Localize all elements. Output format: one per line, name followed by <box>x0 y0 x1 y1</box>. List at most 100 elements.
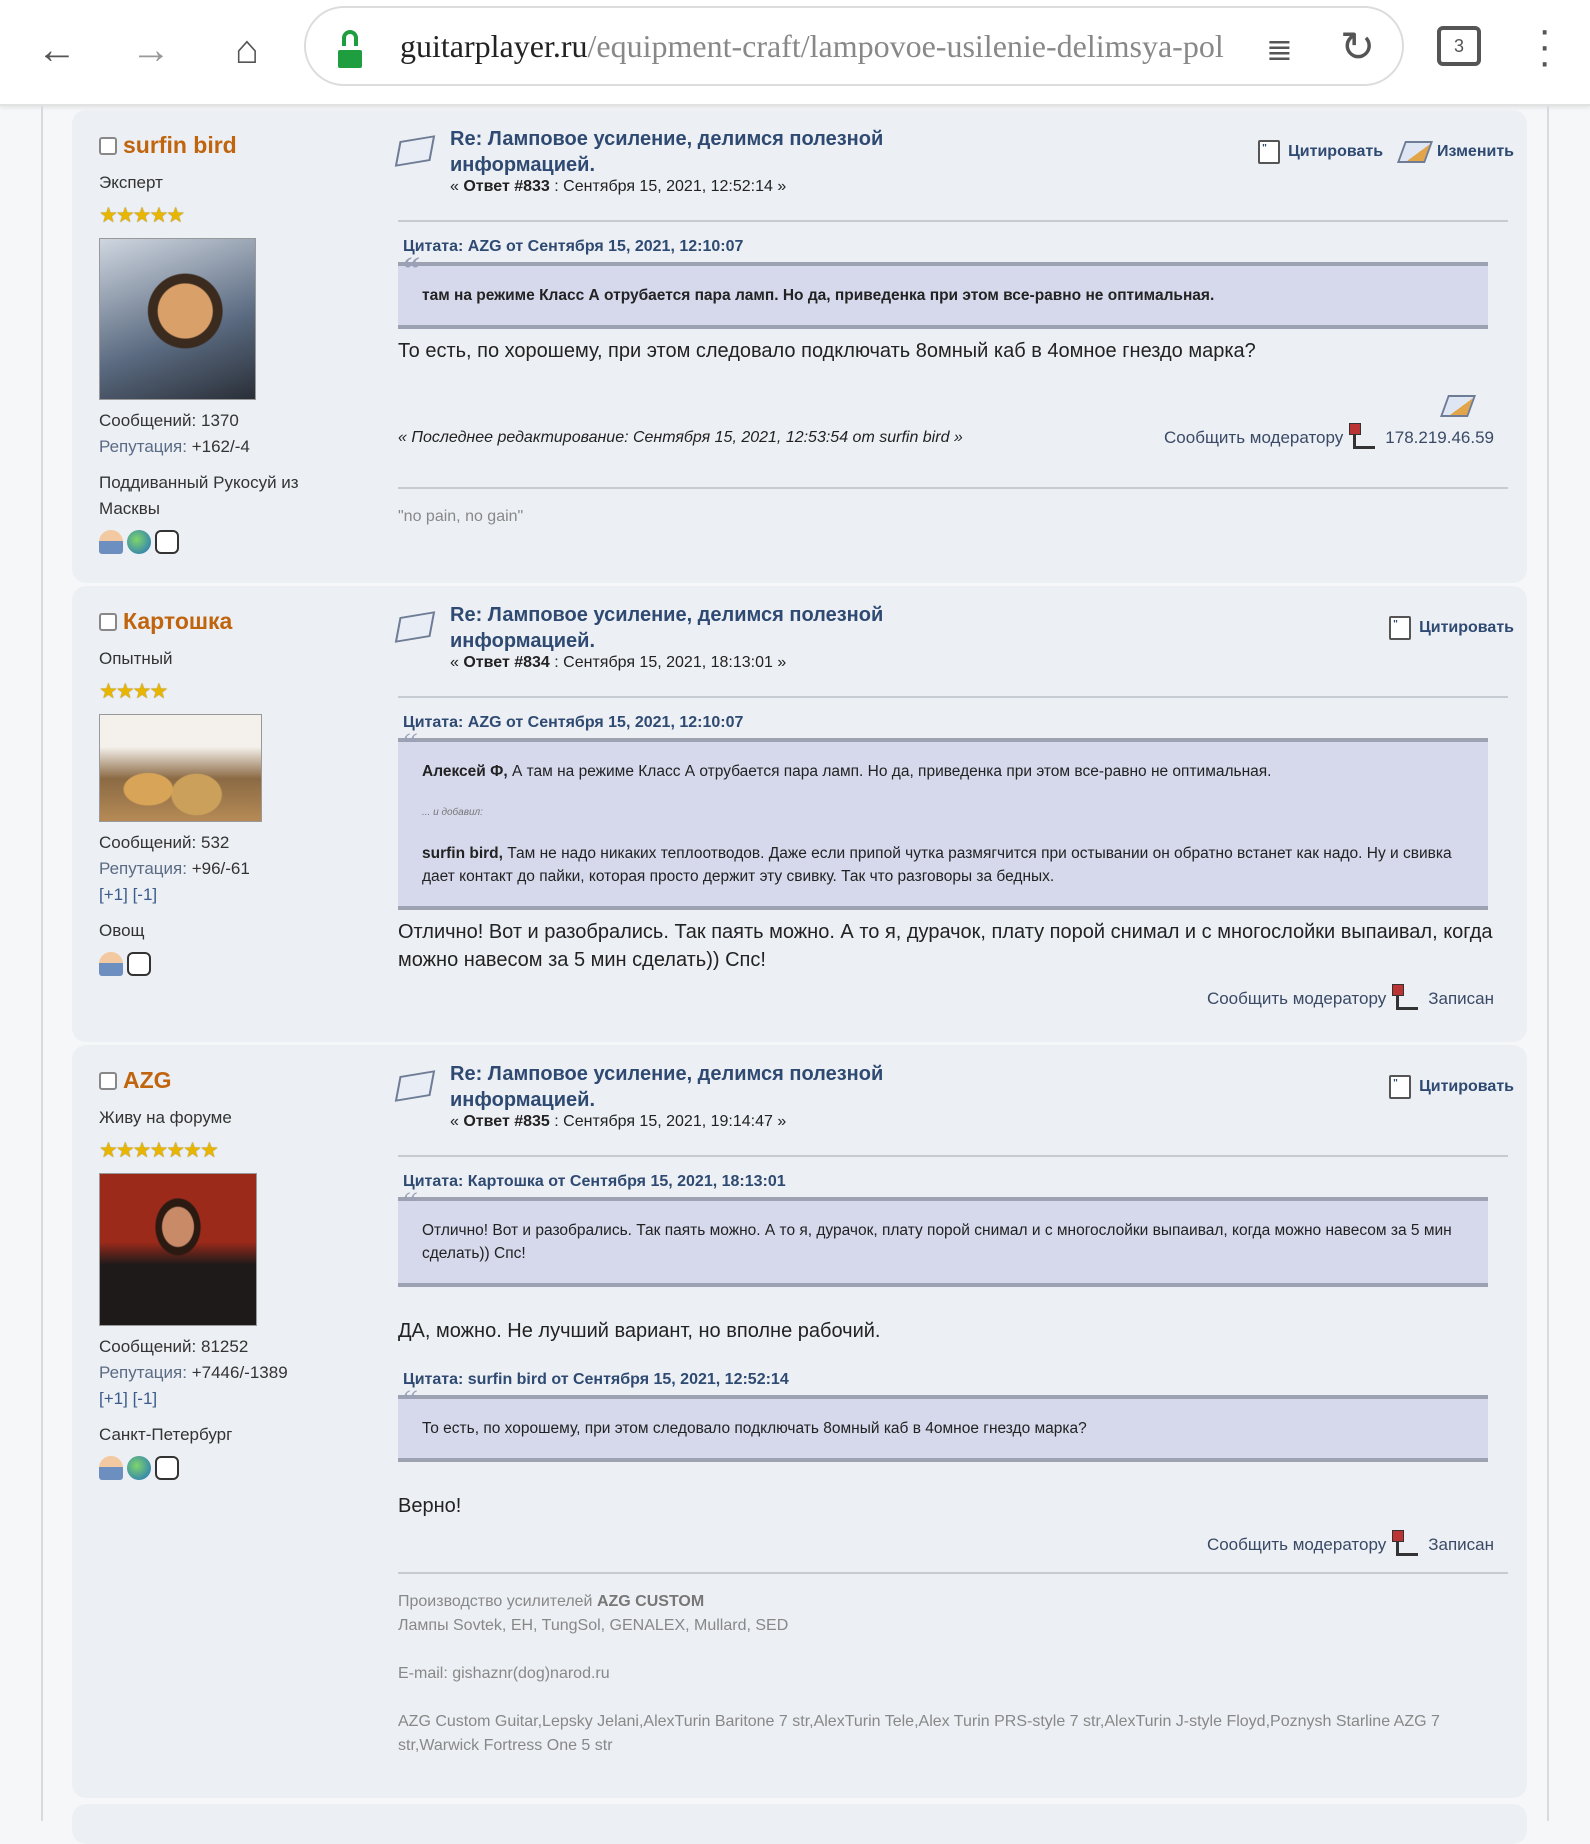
post-meta: « Ответ #835 : Сентября 15, 2021, 19:14:… <box>450 1113 787 1130</box>
post-count-label: Сообщений: <box>99 411 197 430</box>
tab-switcher-button[interactable]: 3 <box>1437 26 1481 66</box>
signature-guitars: AZG Custom Guitar,Lepsky Jelani,AlexTuri… <box>398 1713 1440 1754</box>
home-icon[interactable]: ⌂ <box>222 25 272 75</box>
quoted-author: Алексей Ф, <box>422 763 508 780</box>
added-note: ... и добавил: <box>422 807 483 818</box>
browser-toolbar: ← → ⌂ guitarplayer.ru/equipment-craft/la… <box>0 0 1590 106</box>
quote-icon: " <box>1389 1075 1412 1099</box>
post-count: Сообщений: 532 <box>99 830 349 856</box>
profile-icon[interactable] <box>99 530 123 554</box>
select-checkbox[interactable] <box>99 612 117 631</box>
reader-mode-icon[interactable]: ≣ <box>1266 30 1293 68</box>
post-title-link[interactable]: Re: Ламповое усиление, делимся полезной … <box>450 602 900 654</box>
reload-icon[interactable]: ↻ <box>1340 22 1375 71</box>
signature: Производство усилителей AZG CUSTOM Лампы… <box>398 1590 1508 1758</box>
url-domain: guitarplayer.ru <box>400 28 588 64</box>
username-link[interactable]: Картошка <box>123 608 232 635</box>
last-edit-note: « Последнее редактирование: Сентября 15,… <box>398 429 963 446</box>
post-date: Сентября 15, 2021, 12:52:14 <box>563 178 773 195</box>
user-rank: Опытный <box>99 649 173 668</box>
poster-info: AZG Живу на форуме ★★★★★★★ Сообщений: 81… <box>99 1067 349 1480</box>
select-checkbox[interactable] <box>99 1071 117 1090</box>
private-message-icon[interactable] <box>155 530 179 554</box>
quote-header-link[interactable]: Цитата: AZG от Сентября 15, 2021, 12:10:… <box>398 238 1508 256</box>
website-globe-icon[interactable] <box>127 1456 151 1480</box>
post-count: Сообщений: 1370 <box>99 408 349 434</box>
quote-button[interactable]: " Цитировать <box>1389 616 1514 640</box>
karma-minus-link[interactable]: [-1] <box>133 1389 158 1408</box>
signature-line: Производство усилителей <box>398 1593 593 1610</box>
forward-arrow-icon[interactable]: → <box>126 25 176 75</box>
post-count-label: Сообщений: <box>99 1337 197 1356</box>
select-checkbox[interactable] <box>99 136 117 155</box>
report-to-moderator-link[interactable]: Сообщить модератору <box>1207 1535 1386 1555</box>
quote-button[interactable]: " Цитировать <box>1258 140 1383 164</box>
rep-value: +7446/-1389 <box>191 1363 288 1382</box>
website-globe-icon[interactable] <box>127 530 151 554</box>
signature: "no pain, no gain" <box>398 508 524 525</box>
user-location: Поддиванный Рукосуй из Масквы <box>99 473 299 518</box>
reply-number[interactable]: Ответ #834 <box>463 654 549 671</box>
post-body: Отлично! Вот и разобрались. Так паять мо… <box>398 921 1493 971</box>
quote-icon: " <box>1258 140 1281 164</box>
username-link[interactable]: AZG <box>123 1067 172 1094</box>
quote-header-link[interactable]: Цитата: Картошка от Сентября 15, 2021, 1… <box>398 1173 1508 1191</box>
avatar <box>99 714 262 822</box>
post-count-value: 532 <box>201 833 230 852</box>
forum-post-next <box>72 1804 1527 1844</box>
forum-post: surfin bird Эксперт ★★★★★ Сообщений: 137… <box>72 110 1527 583</box>
logged-label: Записан <box>1428 1535 1494 1554</box>
inline-edit-icon[interactable] <box>1439 395 1477 417</box>
reputation: Репутация: +162/-4 <box>99 434 349 460</box>
post-icon <box>394 611 436 643</box>
post-date: Сентября 15, 2021, 19:14:47 <box>563 1113 773 1130</box>
lock-icon <box>338 30 362 68</box>
post-title-link[interactable]: Re: Ламповое усиление, делимся полезной … <box>450 1061 900 1113</box>
karma-minus-link[interactable]: [-1] <box>133 885 158 904</box>
quote-button[interactable]: " Цитировать <box>1389 1075 1514 1099</box>
quote-block: Алексей Ф, А там на режиме Класс А отруб… <box>398 734 1488 910</box>
back-arrow-icon[interactable]: ← <box>32 25 82 75</box>
private-message-icon[interactable] <box>155 1456 179 1480</box>
avatar <box>99 1173 257 1326</box>
reply-number[interactable]: Ответ #833 <box>463 178 549 195</box>
username-link[interactable]: surfin bird <box>123 132 237 159</box>
modify-button[interactable]: Изменить <box>1397 140 1514 164</box>
report-to-moderator-link[interactable]: Сообщить модератору <box>1207 989 1386 1009</box>
post-body: То есть, по хорошему, при этом следовало… <box>398 340 1256 362</box>
quote-header-link[interactable]: Цитата: surfin bird от Сентября 15, 2021… <box>398 1371 1508 1389</box>
poster-info: surfin bird Эксперт ★★★★★ Сообщений: 137… <box>99 132 349 554</box>
url-text[interactable]: guitarplayer.ru/equipment-craft/lampovoe… <box>400 28 1240 65</box>
profile-icon[interactable] <box>99 952 123 976</box>
quote-header-link[interactable]: Цитата: AZG от Сентября 15, 2021, 12:10:… <box>398 714 1508 732</box>
private-message-icon[interactable] <box>127 952 151 976</box>
divider <box>398 220 1508 222</box>
quoted-author: surfin bird, <box>422 845 503 862</box>
report-to-moderator-link[interactable]: Сообщить модератору <box>1164 428 1343 448</box>
karma-plus-link[interactable]: [+1] <box>99 885 128 904</box>
overflow-menu-icon[interactable]: · · · <box>1538 10 1551 82</box>
post-date: Сентября 15, 2021, 18:13:01 <box>563 654 773 671</box>
post-icon <box>394 135 436 167</box>
post-content: Re: Ламповое усиление, делимся полезной … <box>394 602 1514 1010</box>
address-bar[interactable]: guitarplayer.ru/equipment-craft/lampovoe… <box>304 6 1404 86</box>
divider <box>398 1155 1508 1157</box>
karma-plus-link[interactable]: [+1] <box>99 1389 128 1408</box>
rep-label: Репутация: <box>99 437 187 456</box>
post-count-value: 1370 <box>201 411 239 430</box>
reputation: Репутация: +96/-61 <box>99 856 349 882</box>
post-title-link[interactable]: Re: Ламповое усиление, делимся полезной … <box>450 126 900 178</box>
edit-icon <box>1397 141 1434 163</box>
reply-number[interactable]: Ответ #835 <box>463 1113 549 1130</box>
rep-value: +96/-61 <box>191 859 250 878</box>
post-content: Re: Ламповое усиление, делимся полезной … <box>394 1061 1514 1758</box>
user-location: Санкт-Петербург <box>99 1425 233 1444</box>
profile-icon[interactable] <box>99 1456 123 1480</box>
user-rank: Эксперт <box>99 173 163 192</box>
post-meta: « Ответ #834 : Сентября 15, 2021, 18:13:… <box>450 654 787 671</box>
post-body: ДА, можно. Не лучший вариант, но вполне … <box>398 1320 881 1342</box>
rank-stars: ★★★★ <box>99 680 168 703</box>
tab-count: 3 <box>1453 36 1464 56</box>
quote-block: Отлично! Вот и разобрались. Так паять мо… <box>398 1193 1488 1287</box>
quote-block: там на режиме Класс А отрубается пара ла… <box>398 258 1488 329</box>
